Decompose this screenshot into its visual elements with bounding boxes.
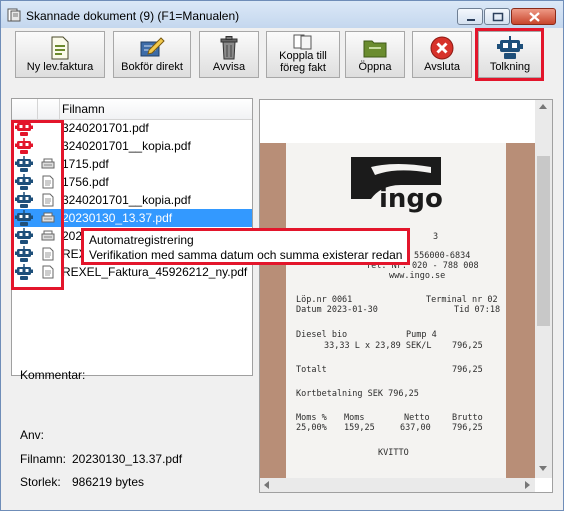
receipt-web: www.ingo.se	[389, 271, 446, 281]
receipt-total: 796,25	[452, 365, 483, 375]
receipt-terminal: Terminal nr 02	[426, 295, 498, 305]
receipt-netto: 637,00	[400, 423, 431, 433]
new-invoice-icon	[51, 36, 69, 60]
tooltip-highlight	[81, 228, 410, 265]
link-label-line1: Koppla till	[279, 50, 327, 62]
user-label: Anv:	[20, 428, 45, 442]
scroll-up-arrow-icon[interactable]	[539, 104, 547, 109]
scanner-app-icon	[7, 8, 21, 22]
receipt-kvitto: KVITTO	[378, 448, 409, 458]
link-previous-invoice-button[interactable]: Koppla till föreg fakt	[266, 31, 340, 78]
receipt-amount: 796,25	[452, 341, 483, 351]
receipt-netto-h: Netto	[404, 413, 430, 423]
receipt-paper: ingo 3 Org. Nr: 556000-6834 Tel. Nr: 020…	[286, 143, 506, 478]
receipt-photo: ingo 3 Org. Nr: 556000-6834 Tel. Nr: 020…	[260, 143, 535, 478]
receipt-datum: Datum 2023-01-30	[296, 305, 378, 315]
file-name: 1715.pdf	[62, 157, 109, 171]
folder-icon	[363, 40, 387, 58]
client-area: Ny lev.faktura Bokför direkt Avvisa Kopp…	[8, 28, 556, 504]
close-icon	[529, 12, 540, 22]
scroll-right-arrow-icon[interactable]	[525, 481, 530, 489]
header-col-status[interactable]	[12, 99, 38, 119]
preview-horizontal-scrollbar[interactable]	[260, 478, 535, 492]
minimize-button[interactable]	[457, 8, 483, 25]
title-bar: Skannade dokument (9) (F1=Manualen)	[1, 1, 563, 28]
receipt-brutto: 796,25	[452, 423, 483, 433]
file-name: 20230130_13.37.pdf	[62, 211, 173, 225]
pen-ledger-icon	[140, 37, 165, 57]
receipt-qty: 33,33 L x 23,89 SEK/L	[324, 341, 432, 351]
receipt-diesel: Diesel bio	[296, 330, 348, 340]
receipt-moms-pct-h: Moms %	[296, 413, 327, 423]
minimize-icon	[467, 19, 475, 21]
window-title: Skannade dokument (9) (F1=Manualen)	[26, 9, 240, 23]
new-invoice-label: Ny lev.faktura	[26, 61, 94, 73]
filename-label: Filnamn:	[20, 452, 67, 466]
receipt-moms: 159,25	[344, 423, 375, 433]
preview-vertical-scrollbar[interactable]	[535, 100, 552, 478]
filename-column-header: Filnamn	[62, 102, 105, 116]
document-preview[interactable]: ingo 3 Org. Nr: 556000-6834 Tel. Nr: 020…	[259, 99, 553, 493]
receipt-lop: Löp.nr 0061	[296, 295, 353, 305]
file-name: 3240201701__kopia.pdf	[62, 139, 191, 153]
receipt-moms-h: Moms	[344, 413, 365, 423]
size-value: 986219 bytes	[72, 475, 145, 489]
book-direct-label: Bokför direkt	[121, 61, 183, 73]
file-name: 3240201701__kopia.pdf	[62, 193, 191, 207]
open-label: Öppna	[358, 61, 392, 73]
scroll-left-arrow-icon[interactable]	[264, 481, 269, 489]
vertical-scroll-thumb[interactable]	[537, 156, 550, 326]
link-documents-icon	[293, 34, 312, 50]
book-direct-button[interactable]: Bokför direkt	[113, 31, 191, 78]
interpretation-highlight	[475, 28, 544, 81]
trash-icon	[220, 36, 238, 60]
main-window: Skannade dokument (9) (F1=Manualen) Ny l…	[0, 0, 564, 511]
reject-label: Avvisa	[212, 61, 246, 73]
status-column-highlight	[11, 120, 64, 290]
receipt-tid: Tid 07:18	[454, 305, 501, 315]
list-header: Filnamn	[12, 99, 252, 120]
reject-button[interactable]: Avvisa	[199, 31, 259, 78]
ingo-logo: ingo	[351, 157, 443, 214]
open-button[interactable]: Öppna	[345, 31, 405, 78]
file-name: 3240201701.pdf	[62, 121, 149, 135]
new-supplier-invoice-button[interactable]: Ny lev.faktura	[15, 31, 105, 78]
header-col-type[interactable]	[38, 99, 60, 119]
receipt-total-label: Totalt	[296, 365, 327, 375]
scroll-down-arrow-icon[interactable]	[539, 466, 547, 471]
comment-label: Kommentar:	[20, 368, 86, 382]
receipt-brutto-h: Brutto	[452, 413, 483, 423]
link-label: Koppla till föreg fakt	[267, 50, 339, 74]
ingo-brand-text: ingo	[379, 184, 443, 214]
receipt-line1: 3	[433, 232, 439, 242]
receipt-card: Kortbetalning SEK 796,25	[296, 389, 419, 399]
file-name: 1756.pdf	[62, 175, 109, 189]
size-label: Storlek:	[20, 475, 61, 489]
cancel-icon	[430, 36, 454, 60]
close-button[interactable]	[511, 8, 556, 25]
filename-value: 20230130_13.37.pdf	[72, 452, 183, 466]
receipt-moms-pct: 25,00%	[296, 423, 327, 433]
quit-button[interactable]: Avsluta	[412, 31, 472, 78]
quit-label: Avsluta	[424, 61, 460, 73]
maximize-button[interactable]	[484, 8, 510, 25]
file-name: REXEL_Faktura_45926212_ny.pdf	[62, 265, 248, 279]
maximize-icon	[492, 12, 504, 22]
link-label-line2: föreg fakt	[280, 62, 326, 74]
receipt-pump: Pump 4	[406, 330, 437, 340]
